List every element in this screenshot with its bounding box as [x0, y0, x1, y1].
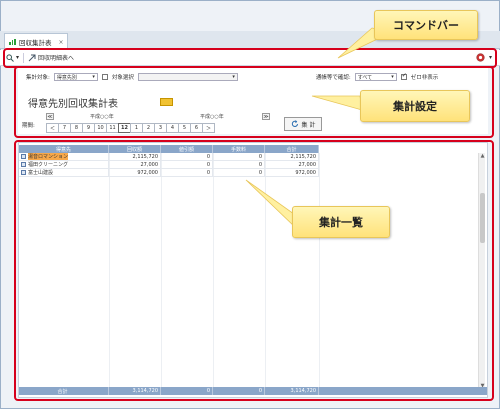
callout-command-bar: コマンドバー	[374, 10, 478, 40]
tab-label: 回収集計表	[19, 39, 52, 47]
callout-list: 集計一覧	[292, 206, 390, 238]
chart-icon	[9, 39, 17, 45]
close-icon[interactable]: ×	[59, 39, 64, 46]
highlight-list	[14, 140, 494, 401]
callout-settings: 集計設定	[360, 90, 470, 122]
highlight-command-bar	[3, 48, 497, 68]
